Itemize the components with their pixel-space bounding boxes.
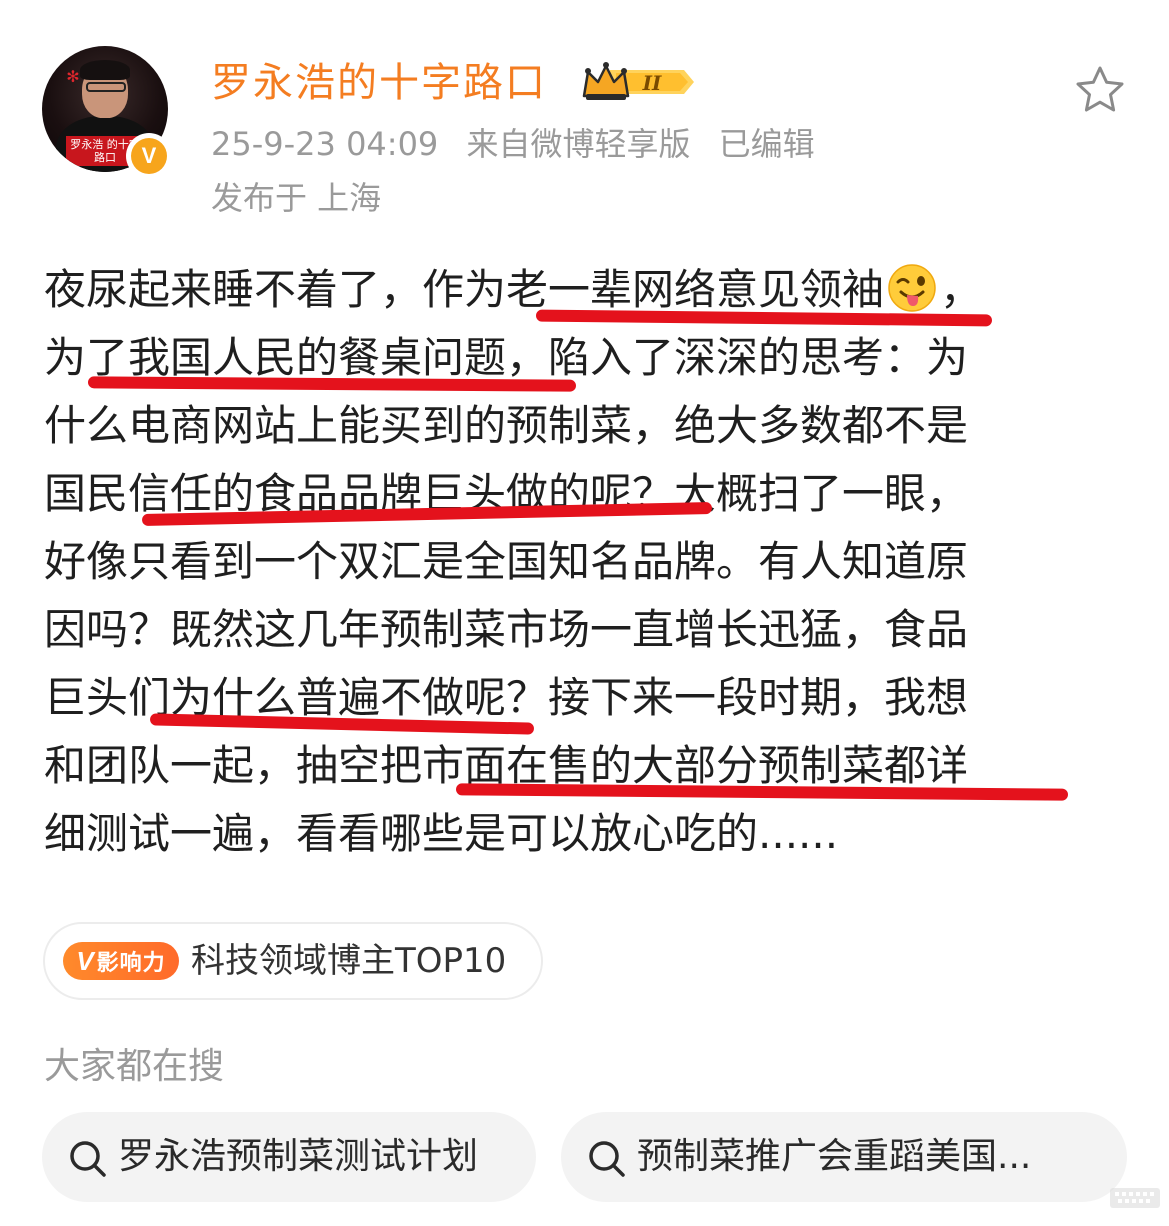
star-icon[interactable]	[1074, 64, 1126, 116]
rank-badge-label: II	[642, 71, 662, 95]
post-line: 因吗？既然这几年预制菜市场一直增长迅猛，食品	[44, 605, 969, 654]
edited-label[interactable]: 已编辑	[719, 125, 815, 163]
post-line-tail: ，	[940, 265, 983, 314]
source-label[interactable]: 来自微博轻享版	[466, 125, 690, 163]
watermark-mark	[1110, 1188, 1160, 1208]
avatar-hair	[80, 60, 130, 80]
wink-tongue-emoji-icon	[888, 264, 936, 312]
post-line: 细测试一遍，看看哪些是可以放心吃的......	[44, 809, 839, 858]
post-line: 夜尿起来睡不着了，作为老一辈网络意见领袖 ，	[44, 256, 1104, 324]
post-text: 夜尿起来睡不着了，作为老一辈网络意见领袖 ， 为了我国人民的餐桌问题，陷入了深深…	[44, 256, 1104, 868]
trending-search-item[interactable]: 预制菜推广会重蹈美国...	[561, 1112, 1127, 1202]
influence-chip[interactable]: V影响力 科技领域博主TOP10	[43, 922, 543, 1000]
trending-heading: 大家都在搜	[44, 1046, 225, 1087]
influence-badge: V影响力	[63, 942, 179, 980]
verified-mark: V	[131, 138, 167, 174]
trending-search-label: 罗永浩预制菜测试计划	[118, 1136, 479, 1177]
trending-search-item[interactable]: 罗永浩预制菜测试计划	[42, 1112, 536, 1202]
influence-badge-text: 影响力	[96, 951, 166, 976]
post-meta: 25-9-23 04:09 来自微博轻享版 已编辑	[211, 122, 833, 166]
verified-icon: V	[126, 133, 172, 179]
search-icon	[589, 1141, 625, 1177]
influence-badge-v: V	[76, 946, 95, 976]
post-line: 好像只看到一个双汇是全国知名品牌。有人知道原	[44, 537, 969, 586]
influence-label: 科技领域博主TOP10	[191, 941, 507, 981]
post-line-text: 夜尿起来睡不着了，作为老一辈网络意见领袖	[44, 265, 885, 314]
location: 发布于 上海	[211, 179, 382, 217]
username[interactable]: 罗永浩的十字路口	[211, 56, 547, 110]
trending-search-label: 预制菜推广会重蹈美国...	[637, 1136, 1032, 1177]
post-line: 和团队一起，抽空把市面在售的大部分预制菜都详	[44, 741, 969, 790]
avatar-logo-icon: ✻	[66, 67, 80, 86]
post-line: 巨头们为什么普遍不做呢？接下来一段时期，我想	[44, 673, 969, 722]
post-line: 为了我国人民的餐桌问题，陷入了深深的思考：为	[44, 333, 969, 382]
timestamp: 25-9-23 04:09	[211, 125, 439, 163]
crown-icon[interactable]: II	[580, 60, 696, 104]
avatar-glasses	[86, 82, 126, 92]
post-line: 国民信任的食品品牌巨头做的呢？大概扫了一眼，	[44, 469, 969, 518]
search-icon	[70, 1141, 106, 1177]
post-line: 什么电商网站上能买到的预制菜，绝大多数都不是	[44, 401, 969, 450]
